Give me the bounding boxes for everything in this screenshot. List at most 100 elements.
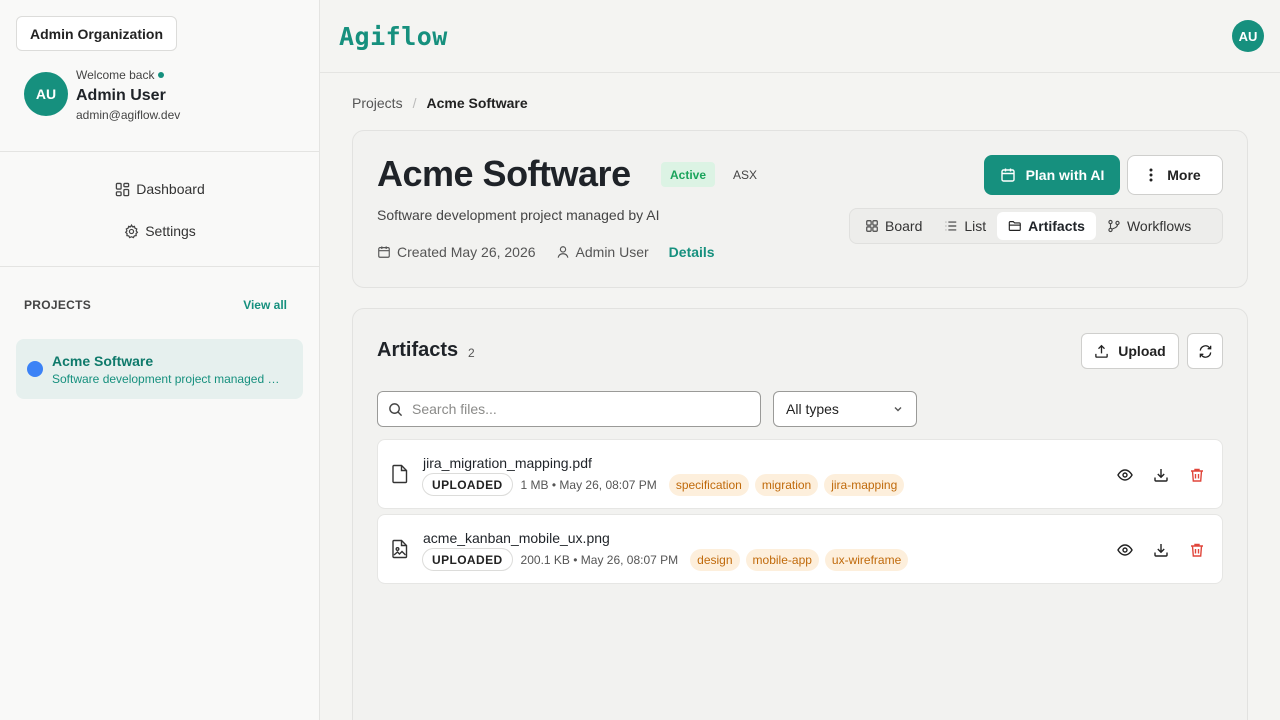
project-description: Software development project managed by …	[52, 371, 282, 386]
list-item[interactable]: jira_migration_mapping.pdf UPLOADED 1 MB…	[377, 439, 1223, 509]
row-actions	[1100, 539, 1208, 561]
file-info: 1 MB • May 26, 08:07 PM	[520, 477, 657, 492]
view-tabs: Board List Artifacts Workflows	[849, 208, 1223, 244]
type-filter-select[interactable]: All types	[773, 391, 917, 427]
user-name: Admin User	[76, 87, 166, 104]
file-meta: UPLOADED 200.1 KB • May 26, 08:07 PM des…	[422, 548, 909, 571]
avatar: AU	[24, 72, 68, 116]
view-button[interactable]	[1114, 464, 1136, 486]
search-field[interactable]	[377, 391, 761, 427]
project-key-badge: ASX	[733, 167, 758, 182]
status-badge: UPLOADED	[422, 548, 513, 571]
tag: ux-wireframe	[824, 548, 909, 571]
project-meta: Created May 26, 2026 Admin User Details	[377, 244, 715, 260]
more-button[interactable]: More	[1127, 155, 1223, 195]
workflow-icon	[1108, 219, 1120, 233]
status-badge: UPLOADED	[422, 473, 513, 496]
artifacts-count: 2	[468, 346, 475, 360]
tag: specification	[668, 473, 749, 496]
user-email: admin@agiflow.dev	[76, 108, 181, 122]
tag: design	[690, 548, 740, 571]
breadcrumb-separator: /	[412, 95, 417, 111]
nav-item-settings[interactable]: Settings	[0, 217, 320, 245]
tag: migration	[754, 473, 819, 496]
status-badge: Active	[661, 162, 716, 187]
breadcrumb-projects[interactable]: Projects	[352, 95, 403, 111]
top-bar: Agiflow AU	[320, 0, 1280, 73]
delete-button[interactable]	[1186, 464, 1208, 486]
details-link[interactable]: Details	[669, 244, 715, 260]
download-button[interactable]	[1150, 539, 1172, 561]
tab-workflows[interactable]: Workflows	[1096, 212, 1202, 240]
user-profile: AU Welcome back Admin User admin@agiflow…	[24, 66, 180, 122]
welcome-text: Welcome back	[76, 66, 180, 84]
organization-switcher[interactable]: Admin Organization	[16, 16, 177, 51]
download-icon	[1154, 544, 1168, 557]
list-item[interactable]: acme_kanban_mobile_ux.png UPLOADED 200.1…	[377, 514, 1223, 584]
refresh-button[interactable]	[1187, 333, 1223, 369]
online-status-icon	[158, 72, 165, 78]
tab-list[interactable]: List	[933, 212, 997, 240]
project-color-dot	[27, 361, 43, 377]
tab-artifacts[interactable]: Artifacts	[997, 212, 1096, 240]
tab-board[interactable]: Board	[854, 212, 933, 240]
trash-icon	[1191, 468, 1203, 482]
upload-icon	[1095, 344, 1109, 358]
projects-title: PROJECTS	[24, 298, 92, 312]
download-button[interactable]	[1150, 464, 1172, 486]
page-title: Acme Software	[377, 153, 631, 194]
dashboard-icon	[116, 182, 130, 196]
chevron-down-icon	[894, 407, 902, 412]
file-info: 200.1 KB • May 26, 08:07 PM	[520, 552, 679, 567]
divider	[0, 151, 320, 152]
view-all-link[interactable]: View all	[243, 298, 287, 312]
row-actions	[1100, 464, 1208, 486]
organization-label: Admin Organization	[30, 25, 163, 42]
divider	[0, 266, 320, 267]
breadcrumb: Projects / Acme Software	[352, 95, 528, 111]
more-vertical-icon	[1149, 168, 1153, 182]
calendar-icon	[1000, 168, 1015, 182]
image-file-icon	[392, 539, 408, 559]
artifacts-title: Artifacts	[377, 339, 459, 361]
type-filter-value: All types	[786, 401, 839, 417]
delete-button[interactable]	[1186, 539, 1208, 561]
created-date: Created May 26, 2026	[377, 244, 536, 260]
download-icon	[1154, 469, 1168, 482]
sidebar: Admin Organization AU Welcome back Admin…	[0, 0, 320, 720]
file-name[interactable]: jira_migration_mapping.pdf	[423, 455, 592, 471]
artifacts-panel: Artifacts 2 Upload All types jira_migrat…	[352, 308, 1248, 720]
list-icon	[946, 221, 957, 231]
breadcrumb-current: Acme Software	[426, 95, 528, 111]
tag: mobile-app	[745, 548, 819, 571]
project-header-card: Acme Software Active ASX Software develo…	[352, 130, 1248, 288]
user-icon	[557, 246, 568, 258]
projects-header: PROJECTS View all	[24, 298, 287, 312]
file-icon	[392, 464, 408, 484]
folder-icon	[1008, 221, 1021, 231]
project-name: Acme Software	[52, 352, 154, 369]
app-logo[interactable]: Agiflow	[339, 22, 448, 51]
nav-item-dashboard[interactable]: Dashboard	[0, 175, 320, 203]
grid-icon	[866, 220, 878, 232]
gear-icon	[125, 223, 139, 238]
trash-icon	[1191, 543, 1203, 557]
nav-label: Settings	[145, 223, 196, 239]
project-description: Software development project managed by …	[377, 207, 660, 223]
file-name[interactable]: acme_kanban_mobile_ux.png	[423, 530, 610, 546]
project-owner: Admin User	[556, 244, 649, 260]
eye-icon	[1117, 544, 1133, 556]
calendar-icon	[378, 246, 390, 258]
tag: jira-mapping	[824, 473, 905, 496]
eye-icon	[1117, 469, 1133, 481]
search-icon	[389, 402, 403, 416]
refresh-icon	[1199, 344, 1211, 358]
file-meta: UPLOADED 1 MB • May 26, 08:07 PM specifi…	[422, 473, 905, 496]
nav-label: Dashboard	[136, 181, 205, 197]
view-button[interactable]	[1114, 539, 1136, 561]
sidebar-project-acme[interactable]: Acme Software Software development proje…	[16, 339, 303, 399]
plan-with-ai-button[interactable]: Plan with AI	[984, 155, 1120, 195]
search-input[interactable]	[412, 401, 732, 417]
upload-button[interactable]: Upload	[1081, 333, 1179, 369]
user-avatar-button[interactable]: AU	[1232, 20, 1264, 52]
